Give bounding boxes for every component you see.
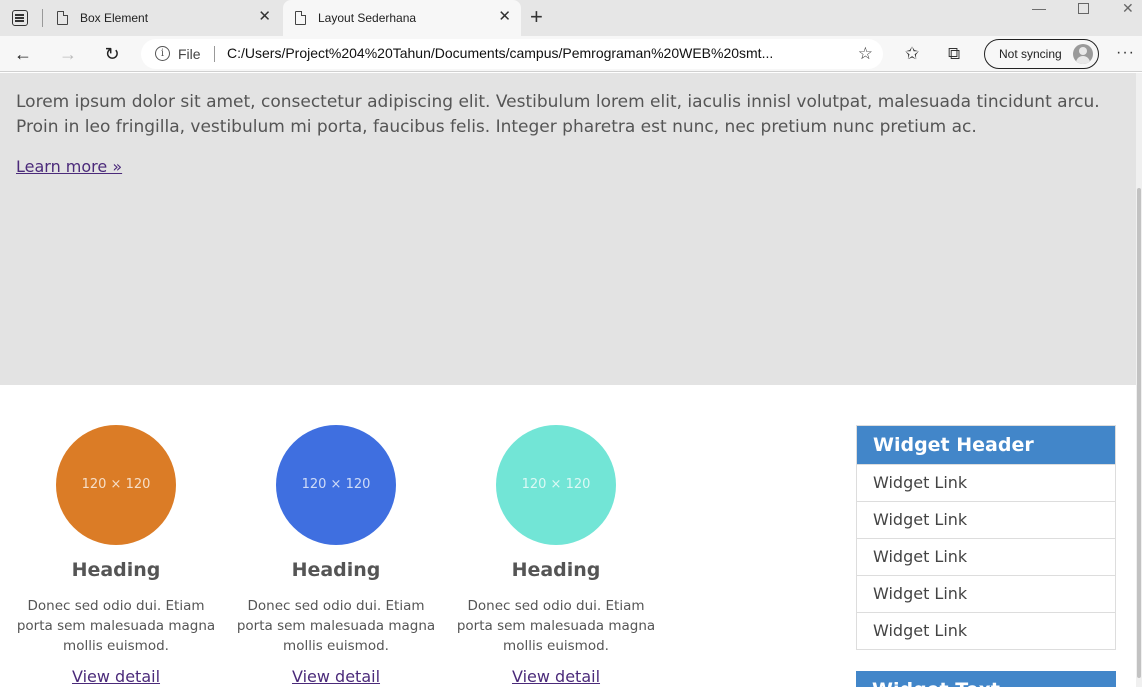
jumbotron: Lorem ipsum dolor sit amet, consectetur … [0,73,1136,385]
address-divider [214,46,215,62]
tab-title: Box Element [80,11,149,25]
minimize-icon[interactable]: — [1032,0,1046,16]
widget-header: Widget Header [857,426,1115,464]
refresh-icon[interactable]: ↻ [99,41,125,67]
new-tab-button[interactable]: + [530,5,543,29]
scrollbar[interactable] [1136,73,1142,687]
widget-link[interactable]: Widget Link [857,538,1115,575]
back-icon[interactable]: ← [10,41,36,67]
page-icon [295,11,306,25]
widget-link[interactable]: Widget Link [857,501,1115,538]
close-tab-icon[interactable]: ✕ [498,9,511,25]
profile-sync-button[interactable]: Not syncing [984,39,1099,69]
feature-text: Donec sed odio dui. Etiam porta sem male… [236,598,436,654]
page-viewport: Lorem ipsum dolor sit amet, consectetur … [0,73,1142,687]
url-text[interactable]: C:/Users/Project%204%20Tahun/Documents/c… [227,45,773,61]
tab-divider [42,9,43,27]
more-options-icon[interactable]: ··· [1116,44,1135,62]
maximize-icon[interactable] [1078,3,1089,14]
widget-link[interactable]: Widget Link [857,464,1115,501]
feature-heading: Heading [291,559,381,581]
scheme-label: File [178,46,201,62]
close-window-icon[interactable]: ✕ [1122,0,1134,17]
address-bar[interactable]: i File C:/Users/Project%204%20Tahun/Docu… [141,39,883,69]
feature-image: 120 × 120 [56,425,176,545]
navigation-bar: ← → ↻ i File C:/Users/Project%204%20Tahu… [0,36,1142,72]
learn-more-link[interactable]: Learn more » [16,157,122,176]
view-detail-link[interactable]: View detail [456,667,656,686]
tab-box-element[interactable]: Box Element ✕ [45,0,281,36]
tab-actions-icon[interactable] [12,10,28,26]
close-tab-icon[interactable]: ✕ [258,9,271,25]
widget-text-header: Widget Text [856,671,1116,687]
feature-image: 120 × 120 [496,425,616,545]
tab-layout-sederhana[interactable]: Layout Sederhana ✕ [283,0,521,36]
info-icon[interactable]: i [155,46,170,61]
view-detail-link[interactable]: View detail [16,667,216,686]
feature-heading: Heading [511,559,601,581]
jumbotron-text: Lorem ipsum dolor sit amet, consectetur … [16,92,1100,137]
page-icon [57,11,68,25]
forward-icon[interactable]: → [55,41,81,67]
scrollbar-thumb[interactable] [1137,188,1141,678]
view-detail-link[interactable]: View detail [236,667,436,686]
feature-text: Donec sed odio dui. Etiam porta sem male… [16,598,216,654]
tab-strip: Box Element ✕ Layout Sederhana ✕ + — ✕ [0,0,1142,36]
widget-link[interactable]: Widget Link [857,575,1115,612]
collections-icon[interactable]: ⧉ [948,42,960,66]
favorites-icon[interactable]: ✩ [905,42,919,66]
tab-title: Layout Sederhana [318,11,417,25]
sync-status: Not syncing [999,47,1062,61]
avatar [1073,44,1093,64]
widget-panel: Widget Header Widget Link Widget Link Wi… [856,425,1116,650]
widget-link[interactable]: Widget Link [857,612,1115,649]
add-favorite-icon[interactable]: ☆ [858,44,873,64]
feature-heading: Heading [71,559,161,581]
feature-text: Donec sed odio dui. Etiam porta sem male… [456,598,656,654]
feature-image: 120 × 120 [276,425,396,545]
